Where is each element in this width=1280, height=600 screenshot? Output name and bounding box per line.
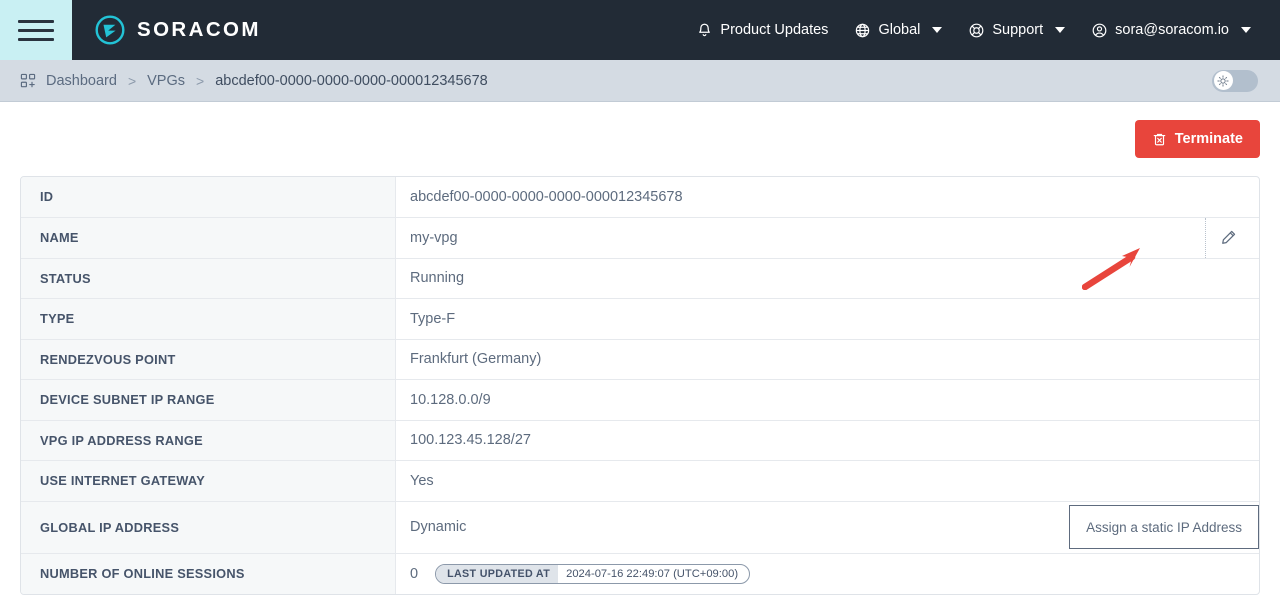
breadcrumb-item-dashboard[interactable]: Dashboard (46, 73, 117, 89)
nav-label-account: sora@soracom.io (1115, 22, 1229, 38)
hamburger-menu-button[interactable] (0, 0, 72, 60)
row-value-rendezvous-point-text: Frankfurt (Germany) (410, 351, 542, 368)
last-updated-badge-value: 2024-07-16 22:49:07 (UTC+09:00) (566, 567, 739, 580)
row-value-use-internet-gateway-text: Yes (410, 472, 434, 489)
user-circle-icon (1091, 22, 1108, 39)
table-row: DEVICE SUBNET IP RANGE 10.128.0.0/9 (21, 380, 1259, 421)
row-label-number-of-online-sessions: NUMBER OF ONLINE SESSIONS (21, 553, 396, 594)
soracom-logo-icon (95, 15, 125, 45)
breadcrumb-item-current: abcdef00-0000-0000-0000-000012345678 (215, 72, 488, 89)
sun-icon (1217, 74, 1229, 87)
nav-item-support[interactable]: Support (955, 0, 1078, 60)
row-label-use-internet-gateway: USE INTERNET GATEWAY (21, 461, 396, 501)
table-row: GLOBAL IP ADDRESS Dynamic Assign a stati… (21, 501, 1259, 554)
top-navigation-bar: SORACOM Product Updates Global Support s… (0, 0, 1280, 60)
nav-item-product-updates[interactable]: Product Updates (683, 0, 841, 60)
breadcrumb-bar: Dashboard > VPGs > abcdef00-0000-0000-00… (0, 60, 1280, 102)
dashboard-grid-icon (20, 73, 36, 89)
row-value-vpg-ip-address-range-text: 100.123.45.128/27 (410, 432, 531, 449)
nav-label-global: Global (878, 22, 921, 38)
row-label-global-ip-address: GLOBAL IP ADDRESS (21, 501, 396, 553)
nav-item-global[interactable]: Global (841, 0, 955, 60)
row-value-name: my-vpg (396, 217, 1259, 258)
row-value-device-subnet-ip-range-text: 10.128.0.0/9 (410, 391, 491, 408)
last-updated-badge-label: LAST UPDATED AT (436, 564, 559, 583)
row-value-device-subnet-ip-range: 10.128.0.0/9 (396, 380, 1259, 420)
assign-static-ip-button[interactable]: Assign a static IP Address (1069, 505, 1259, 549)
lifebuoy-icon (968, 22, 985, 39)
row-value-vpg-ip-address-range: 100.123.45.128/27 (396, 421, 1259, 461)
trash-icon (1152, 132, 1167, 147)
terminate-button[interactable]: Terminate (1134, 120, 1260, 158)
row-label-type: TYPE (21, 299, 396, 339)
row-value-type-text: Type-F (410, 310, 456, 327)
row-value-status: Running (396, 259, 1259, 299)
row-value-status-text: Running (410, 270, 465, 287)
row-value-name-text: my-vpg (410, 229, 458, 246)
main-content: Terminate ID abcdef00-0000-0000-0000-000… (0, 102, 1280, 595)
nav-label-support: Support (992, 22, 1044, 38)
table-row: USE INTERNET GATEWAY Yes (21, 461, 1259, 502)
nav-label-product-updates: Product Updates (720, 22, 829, 38)
row-value-id-text: abcdef00-0000-0000-0000-000012345678 (410, 188, 683, 205)
breadcrumb-item-vpgs[interactable]: VPGs (147, 73, 185, 89)
row-value-type: Type-F (396, 299, 1259, 339)
edit-name-button[interactable] (1205, 217, 1251, 258)
breadcrumb-separator: > (196, 72, 205, 89)
row-value-global-ip-address: Dynamic Assign a static IP Address (396, 502, 1259, 553)
row-value-use-internet-gateway: Yes (396, 461, 1259, 501)
row-label-rendezvous-point: RENDEZVOUS POINT (21, 339, 396, 379)
terminate-button-label: Terminate (1174, 131, 1243, 147)
brand-logo[interactable]: SORACOM (94, 14, 261, 46)
vpg-detail-table: ID abcdef00-0000-0000-0000-000012345678 … (20, 176, 1260, 595)
row-value-online-sessions-count: 0 (410, 565, 419, 582)
chevron-down-icon (1241, 27, 1251, 33)
table-row: STATUS Running (21, 258, 1259, 299)
chevron-down-icon (932, 27, 943, 33)
row-value-rendezvous-point: Frankfurt (Germany) (396, 340, 1259, 380)
brand-name: SORACOM (137, 18, 261, 41)
theme-toggle-knob (1213, 71, 1233, 90)
row-label-id: ID (21, 177, 396, 217)
row-value-global-ip-address-text: Dynamic (410, 519, 467, 535)
bell-icon (696, 22, 713, 39)
last-updated-badge: LAST UPDATED AT 2024-07-16 22:49:07 (UTC… (435, 563, 751, 584)
nav-right-group: Product Updates Global Support sora@sora… (683, 0, 1280, 60)
table-row: ID abcdef00-0000-0000-0000-000012345678 (21, 177, 1259, 218)
table-row: TYPE Type-F (21, 299, 1259, 340)
table-row: NUMBER OF ONLINE SESSIONS 0 LAST UPDATED… (21, 553, 1259, 595)
chevron-down-icon (1055, 27, 1066, 33)
action-row: Terminate (20, 102, 1260, 176)
row-label-device-subnet-ip-range: DEVICE SUBNET IP RANGE (21, 380, 396, 420)
hamburger-icon-line (18, 19, 54, 23)
nav-item-account[interactable]: sora@soracom.io (1078, 0, 1264, 60)
theme-toggle-switch[interactable] (1212, 69, 1258, 92)
hamburger-icon-line (18, 37, 54, 41)
table-row: VPG IP ADDRESS RANGE 100.123.45.128/27 (21, 420, 1259, 461)
row-label-name: NAME (21, 217, 396, 258)
table-row: RENDEZVOUS POINT Frankfurt (Germany) (21, 339, 1259, 380)
row-label-vpg-ip-address-range: VPG IP ADDRESS RANGE (21, 420, 396, 460)
hamburger-icon-line (18, 28, 54, 32)
table-row: NAME my-vpg (21, 217, 1259, 259)
row-label-status: STATUS (21, 258, 396, 298)
breadcrumb: Dashboard > VPGs > abcdef00-0000-0000-00… (46, 73, 488, 89)
breadcrumb-separator: > (127, 72, 137, 89)
row-value-number-of-online-sessions: 0 LAST UPDATED AT 2024-07-16 22:49:07 (U… (396, 554, 1259, 595)
pencil-icon (1222, 230, 1236, 244)
globe-icon (854, 22, 871, 39)
row-value-id: abcdef00-0000-0000-0000-000012345678 (396, 177, 1259, 217)
